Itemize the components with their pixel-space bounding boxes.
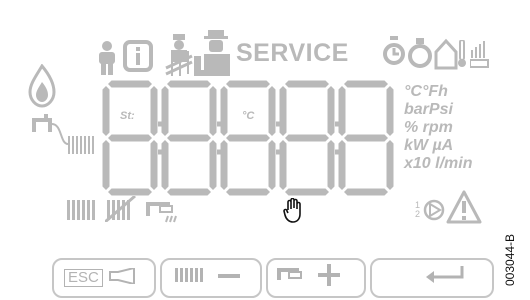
radiator-button-icon [175, 268, 203, 282]
unit-temperature: °C°Fh [404, 83, 448, 100]
radiator-icon [67, 200, 95, 220]
person-icon [99, 41, 115, 75]
esc-label: ESC [64, 269, 103, 287]
unit-power-current: kW µA [404, 137, 454, 154]
digit-4 [279, 80, 335, 196]
unit-pressure: barPsi [404, 101, 453, 118]
digit-1 [102, 80, 158, 196]
warning-icon [446, 190, 482, 224]
celsius-tag: °C [242, 110, 255, 122]
plus-icon [318, 264, 340, 286]
boiler-display-panel: SERVICE St: °C °C°Fh barPsi % rpm kW µA … [0, 0, 530, 298]
reference-code: 003044-B [503, 233, 517, 286]
tap-radiator-icon [32, 114, 94, 154]
start-tag: St: [120, 110, 135, 122]
service-label: SERVICE [236, 39, 349, 67]
radiator-off-icon [105, 196, 136, 222]
info-icon [123, 40, 153, 72]
hand-lock-icon [283, 198, 301, 223]
pump-speed-indicator: 12 [415, 200, 421, 219]
house-icon [434, 38, 458, 70]
units-column: °C°Fh barPsi % rpm kW µA x10 l/min [404, 83, 472, 173]
digit-3 [220, 80, 276, 196]
power-cycle-icon [408, 38, 432, 68]
pump-icon [423, 199, 445, 221]
digit-5 [338, 80, 394, 196]
hot-water-tap-icon [146, 202, 177, 223]
flame-icon [28, 64, 56, 108]
tap-button-icon [277, 268, 302, 280]
enter-arrow-icon [426, 266, 464, 283]
signal-strength-icon [470, 41, 489, 68]
chimney-sweep-icon [165, 34, 193, 76]
thermometer-icon [458, 40, 466, 67]
segment-display [102, 80, 394, 196]
unit-percent-rpm: % rpm [404, 119, 453, 136]
reference-code-wrap: 003044-B [503, 234, 530, 300]
digit-2 [161, 80, 217, 196]
timer-icon [383, 36, 405, 65]
installer-icon [194, 30, 230, 76]
minus-icon [218, 274, 240, 278]
unit-flow: x10 l/min [404, 155, 473, 172]
